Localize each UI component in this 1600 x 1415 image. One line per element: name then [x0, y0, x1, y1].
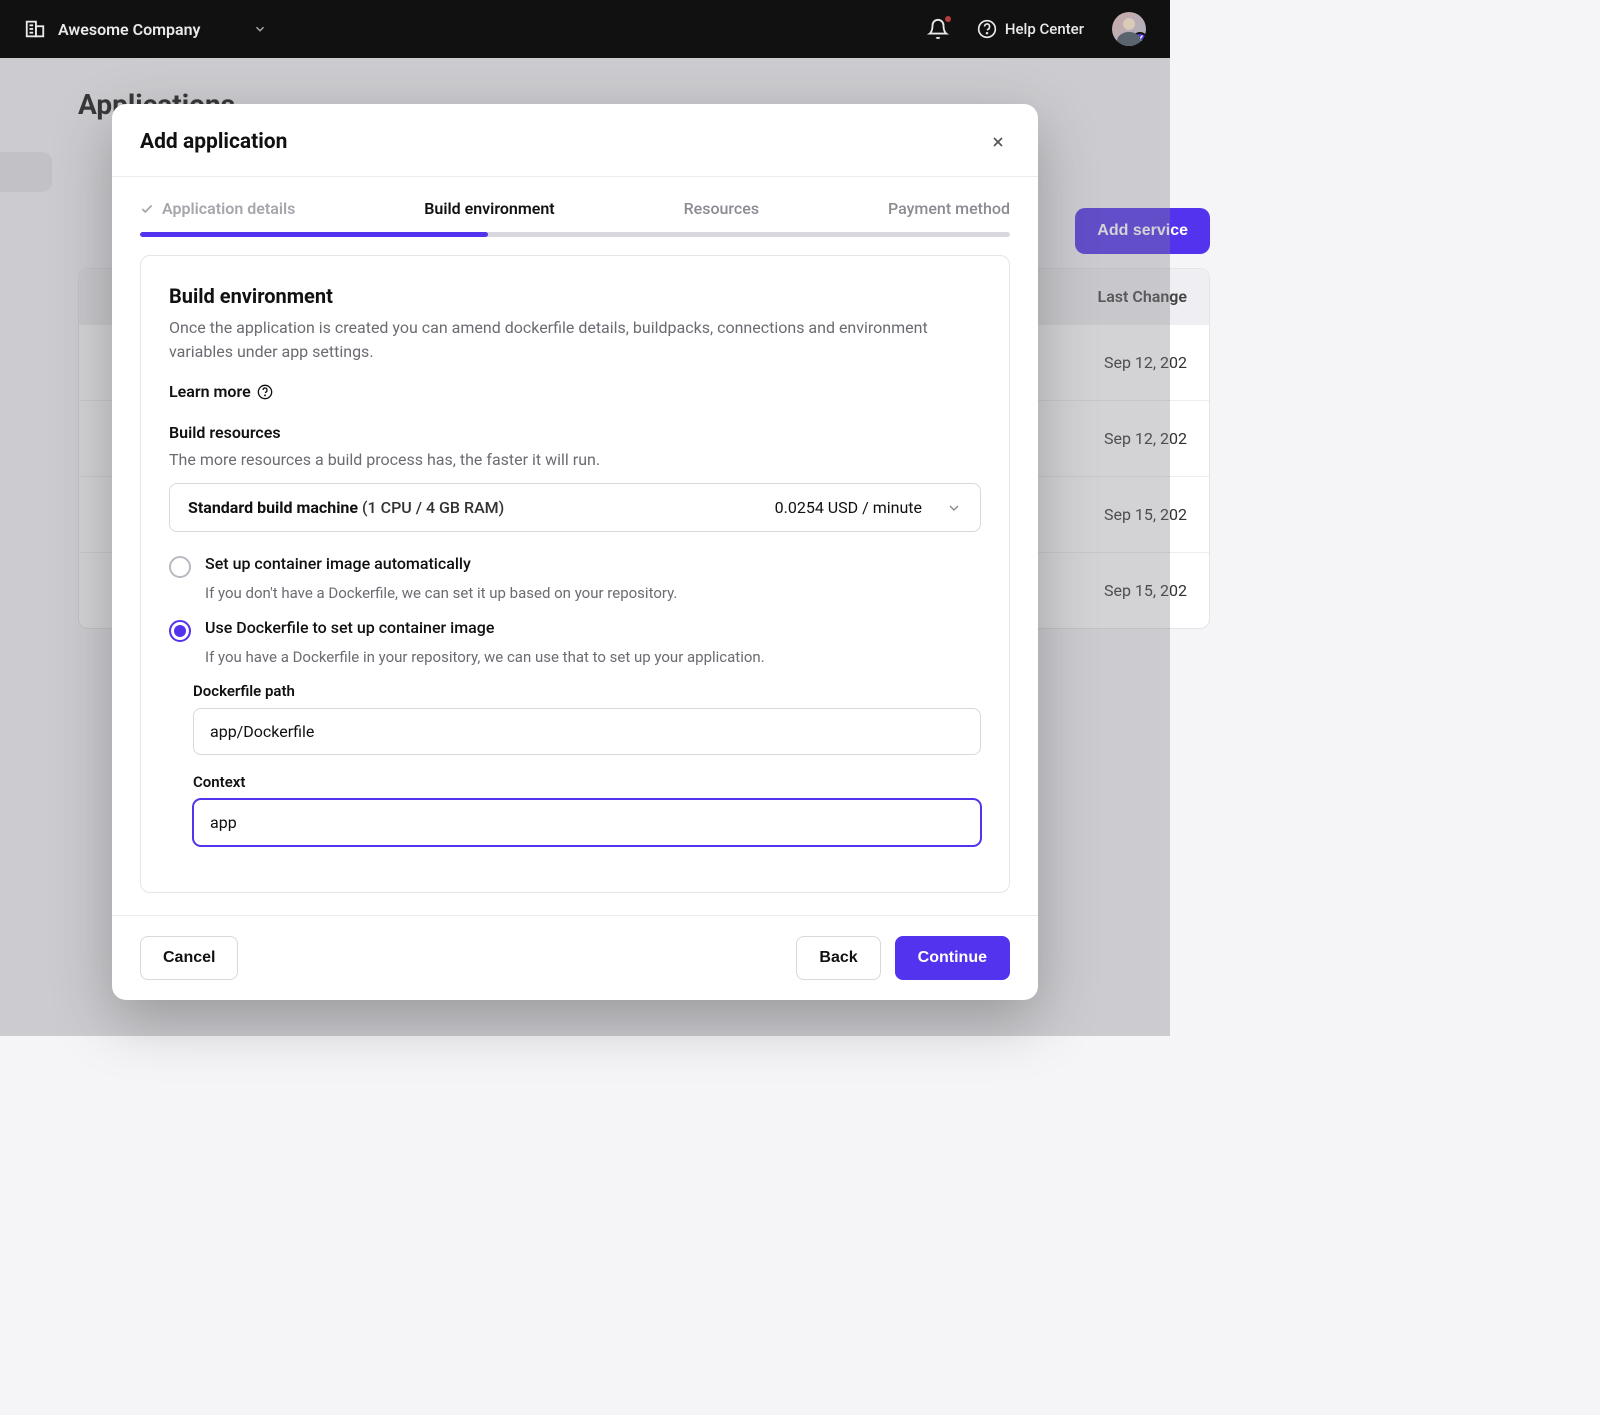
chevron-down-icon	[253, 22, 267, 36]
continue-button[interactable]: Continue	[895, 936, 1010, 980]
progress-fill	[140, 232, 488, 237]
company-name: Awesome Company	[58, 20, 201, 39]
close-button[interactable]	[986, 130, 1010, 154]
help-center-label: Help Center	[1005, 20, 1084, 38]
company-selector[interactable]: Awesome Company	[24, 18, 267, 40]
step-label: Application details	[162, 199, 295, 218]
notifications-button[interactable]	[927, 18, 949, 40]
machine-price: 0.0254 USD / minute	[775, 498, 922, 517]
context-input[interactable]	[193, 799, 981, 846]
machine-spec: (1 CPU / 4 GB RAM)	[362, 498, 504, 517]
avatar[interactable]: K	[1112, 12, 1146, 46]
cancel-button[interactable]: Cancel	[140, 936, 238, 980]
learn-more-label: Learn more	[169, 382, 251, 401]
build-resources-desc: The more resources a build process has, …	[169, 450, 981, 469]
option-auto-label: Set up container image automatically	[205, 554, 471, 573]
step-application-details[interactable]: Application details	[140, 199, 295, 218]
close-icon	[990, 134, 1006, 150]
radio-unchecked-icon	[169, 556, 191, 578]
build-machine-select[interactable]: Standard build machine (1 CPU / 4 GB RAM…	[169, 483, 981, 532]
option-auto-desc: If you don't have a Dockerfile, we can s…	[205, 584, 981, 602]
step-label: Resources	[684, 199, 760, 218]
topbar: Awesome Company Help Center K	[0, 0, 1170, 58]
back-button[interactable]: Back	[796, 936, 880, 980]
avatar-badge: K	[1132, 32, 1146, 46]
stepper: Application details Build environment Re…	[112, 177, 1038, 218]
step-payment-method[interactable]: Payment method	[888, 199, 1010, 218]
step-resources[interactable]: Resources	[684, 199, 760, 218]
modal-title: Add application	[140, 130, 287, 154]
learn-more-link[interactable]: Learn more	[169, 382, 273, 401]
help-center-link[interactable]: Help Center	[977, 19, 1084, 39]
help-icon	[257, 384, 273, 400]
step-build-environment[interactable]: Build environment	[424, 199, 554, 218]
add-application-modal: Add application Application details Buil…	[112, 104, 1038, 1000]
machine-name: Standard build machine	[188, 498, 358, 517]
section-title: Build environment	[169, 284, 981, 308]
section-description: Once the application is created you can …	[169, 316, 981, 364]
radio-checked-icon	[169, 620, 191, 642]
company-icon	[24, 18, 46, 40]
progress-bar	[140, 232, 1010, 237]
option-dockerfile[interactable]: Use Dockerfile to set up container image	[169, 618, 981, 642]
notification-dot	[945, 16, 951, 22]
option-dockerfile-label: Use Dockerfile to set up container image	[205, 618, 494, 637]
context-label: Context	[193, 773, 981, 791]
step-label: Build environment	[424, 199, 554, 218]
option-auto[interactable]: Set up container image automatically	[169, 554, 981, 578]
dockerfile-path-input[interactable]	[193, 708, 981, 755]
option-dockerfile-desc: If you have a Dockerfile in your reposit…	[205, 648, 981, 666]
build-resources-title: Build resources	[169, 423, 981, 442]
build-environment-panel: Build environment Once the application i…	[140, 255, 1010, 893]
chevron-down-icon	[946, 500, 962, 516]
step-label: Payment method	[888, 199, 1010, 218]
dockerfile-path-label: Dockerfile path	[193, 682, 981, 700]
check-icon	[140, 202, 154, 216]
